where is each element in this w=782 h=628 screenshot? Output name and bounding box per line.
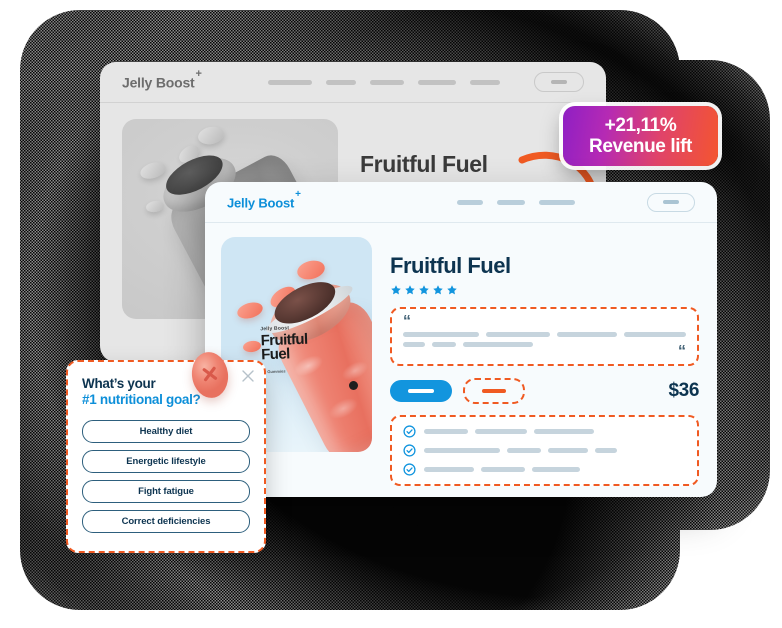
check-circle-icon	[403, 425, 416, 438]
nav-link-placeholder[interactable]	[539, 199, 575, 205]
foreground-browser-window: Jelly Boost+ Jelly Boost Fruitful Fuel 9…	[205, 182, 717, 497]
text-placeholder-bar	[424, 448, 500, 454]
nav-link-placeholder[interactable]	[457, 199, 483, 205]
quiz-title-line2: #1 nutritional goal?	[82, 392, 201, 408]
quiz-popup: What’s your #1 nutritional goal? Healthy…	[66, 360, 266, 553]
quiz-option-4[interactable]: Correct deficiencies	[82, 509, 250, 533]
close-icon[interactable]	[242, 370, 254, 382]
product-title: Fruitful Fuel	[390, 253, 511, 278]
quote-open-icon: “	[403, 313, 411, 330]
review-text-line	[403, 331, 686, 337]
nav-link-placeholder[interactable]	[497, 199, 525, 205]
text-placeholder-bar	[624, 331, 686, 337]
text-placeholder-bar	[481, 467, 525, 473]
text-placeholder-bar	[403, 341, 425, 347]
add-to-cart-label-bar	[408, 389, 434, 394]
benefit-row	[403, 444, 686, 457]
text-placeholder-bar	[557, 331, 617, 337]
back-window-nav	[268, 79, 500, 85]
star-icon	[405, 285, 415, 295]
text-placeholder-bar	[463, 341, 533, 347]
star-icon	[433, 285, 443, 295]
product-price: $36	[668, 380, 699, 402]
back-window-topbar: Jelly Boost+	[100, 62, 606, 103]
benefit-row	[403, 463, 686, 476]
text-placeholder-bar	[403, 331, 479, 337]
nav-link-placeholder[interactable]	[268, 79, 312, 85]
text-placeholder-bar	[486, 331, 550, 337]
scene-root: Jelly Boost+ Fruitful Fuel ★★★★★	[0, 0, 782, 628]
back-window-brand-text: Jelly Boost	[122, 74, 195, 91]
add-to-cart-button[interactable]	[390, 380, 452, 403]
nav-link-placeholder[interactable]	[470, 79, 500, 85]
front-window-account-pill-bar	[663, 200, 679, 204]
quiz-title-line1: What’s your	[82, 376, 156, 391]
star-icon	[419, 285, 429, 295]
purchase-row: $36	[390, 378, 699, 405]
benefit-text-placeholder	[424, 448, 686, 454]
front-window-brand-logo[interactable]: Jelly Boost+	[227, 189, 301, 211]
quiz-option-3[interactable]: Fight fatigue	[82, 479, 250, 503]
check-circle-icon	[403, 463, 416, 476]
text-placeholder-bar	[475, 429, 527, 435]
quiz-option-1[interactable]: Healthy diet	[82, 419, 250, 443]
front-window-brand-plus: +	[295, 188, 301, 200]
back-window-account-pill[interactable]	[534, 72, 584, 92]
quote-close-icon: “	[678, 342, 686, 360]
quiz-options: Healthy diet Energetic lifestyle Fight fat…	[82, 419, 250, 533]
star-rating[interactable]	[390, 284, 699, 296]
back-window-brand-logo[interactable]: Jelly Boost+	[122, 68, 202, 91]
text-placeholder-bar	[534, 429, 594, 435]
front-window-nav	[457, 199, 575, 205]
front-window-topbar: Jelly Boost+	[205, 182, 717, 223]
benefits-box	[390, 415, 699, 487]
jar-seal-icon	[349, 381, 358, 390]
revenue-lift-percent: +21,11%	[604, 114, 677, 136]
text-placeholder-bar	[507, 448, 541, 454]
review-quote-box: “ “	[390, 307, 699, 367]
text-placeholder-bar	[424, 429, 468, 435]
revenue-lift-badge: +21,11% Revenue lift	[563, 106, 718, 166]
subscribe-button[interactable]	[463, 378, 525, 405]
back-window-product-title: Fruitful Fuel	[360, 151, 488, 177]
text-placeholder-bar	[424, 467, 474, 473]
text-placeholder-bar	[595, 448, 617, 454]
front-window-account-pill[interactable]	[647, 192, 695, 212]
text-placeholder-bar	[548, 448, 588, 454]
subscribe-label-bar	[482, 389, 506, 394]
text-placeholder-bar	[532, 467, 580, 473]
nav-link-placeholder[interactable]	[418, 79, 456, 85]
x-mark-icon	[202, 366, 218, 382]
star-icon	[391, 285, 401, 295]
benefit-row	[403, 425, 686, 438]
star-icon	[447, 285, 457, 295]
check-circle-icon	[403, 444, 416, 457]
text-placeholder-bar	[432, 341, 456, 347]
benefit-text-placeholder	[424, 429, 686, 435]
front-window-body: Jelly Boost Fruitful Fuel 90 Gummies Fru…	[205, 223, 717, 487]
nav-link-placeholder[interactable]	[326, 79, 356, 85]
back-window-brand-plus: +	[195, 68, 202, 81]
back-window-account-pill-bar	[551, 80, 567, 84]
product-details-panel: Fruitful Fuel “ “ $36	[390, 237, 699, 487]
benefit-text-placeholder	[424, 467, 686, 473]
nav-link-placeholder[interactable]	[370, 79, 404, 85]
front-window-brand-text: Jelly Boost	[227, 195, 295, 211]
quiz-option-2[interactable]: Energetic lifestyle	[82, 449, 250, 473]
revenue-lift-label: Revenue lift	[589, 136, 692, 157]
